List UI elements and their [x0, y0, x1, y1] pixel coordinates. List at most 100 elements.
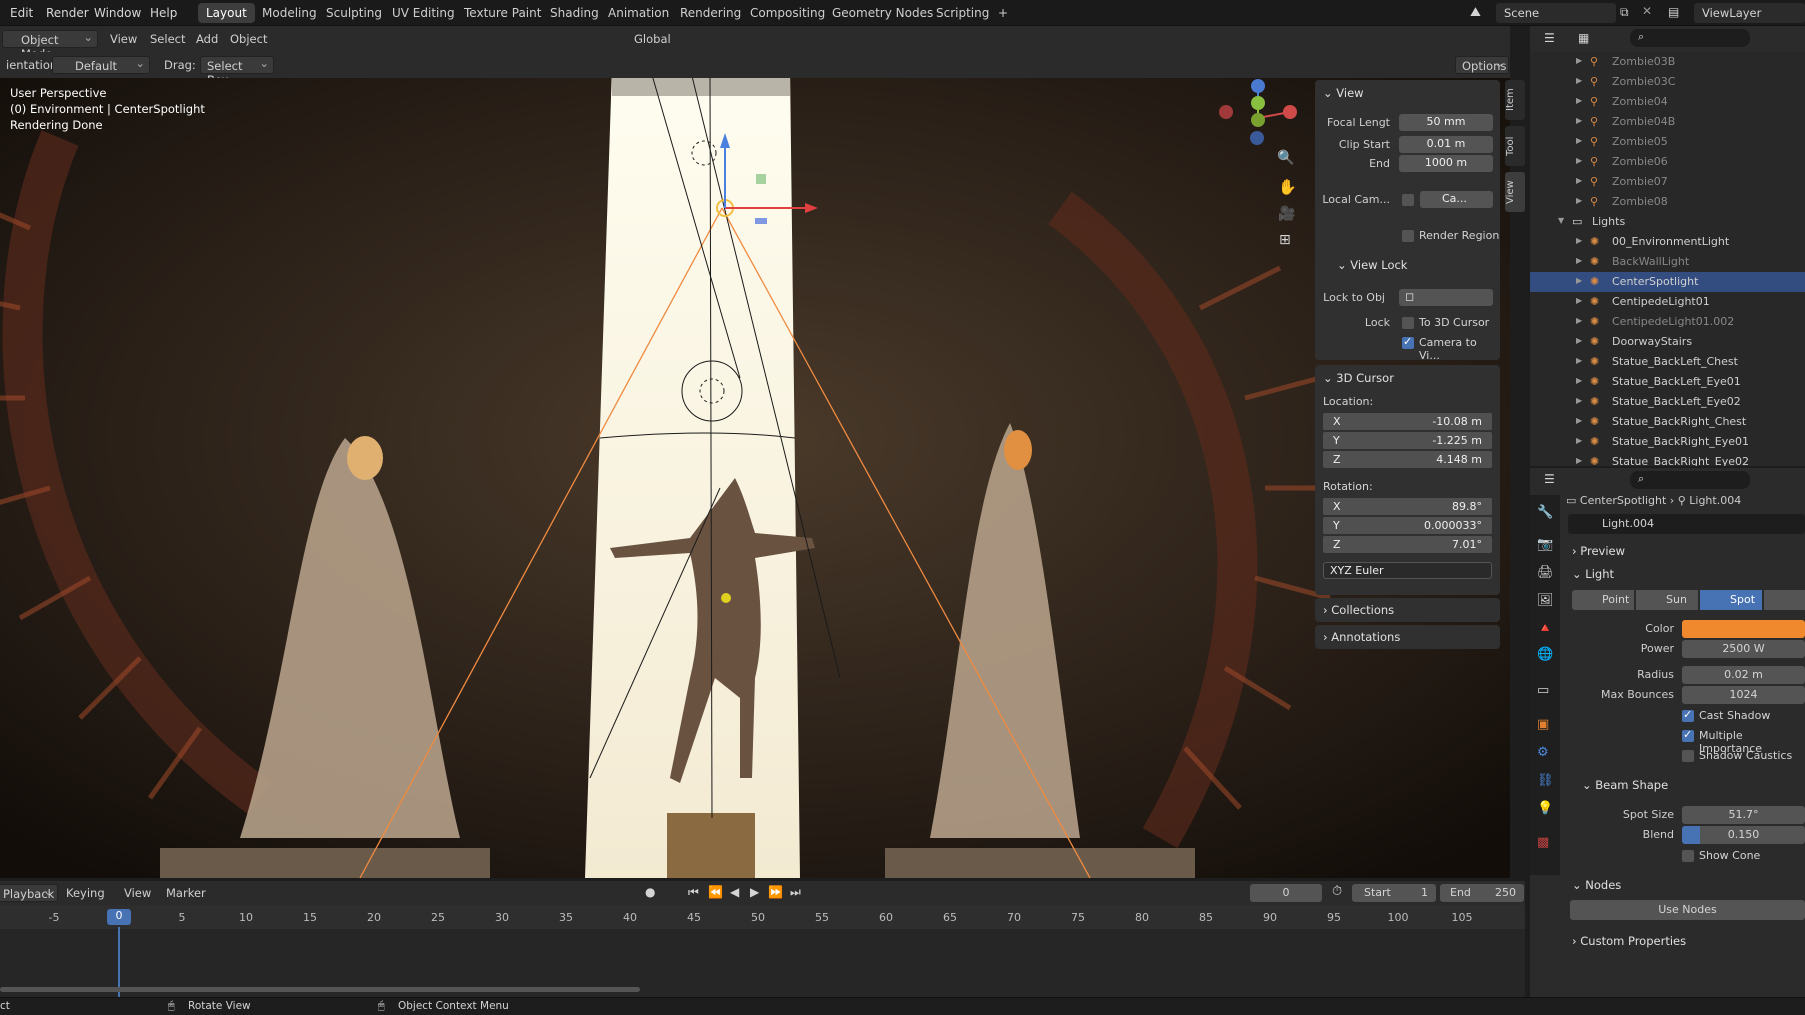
show-cone-checkbox[interactable]: [1682, 850, 1694, 862]
editor-type-icon[interactable]: ☰: [1544, 31, 1555, 45]
add-workspace-button[interactable]: +: [990, 3, 1016, 23]
clip-end-field[interactable]: 1000 m: [1399, 155, 1493, 172]
outliner-row[interactable]: ▶ ⚲ Zombie03C: [1530, 72, 1805, 92]
view-section-header[interactable]: ⌄ View: [1323, 86, 1364, 100]
modifier-tab-icon[interactable]: ⚙: [1537, 745, 1549, 760]
menu-help[interactable]: Help: [150, 6, 177, 20]
multiple-importance-checkbox[interactable]: [1682, 728, 1694, 742]
view-layer-selector[interactable]: ViewLayer: [1694, 3, 1805, 23]
constraint-tab-icon[interactable]: ⛓: [1537, 773, 1554, 788]
use-nodes-button[interactable]: Use Nodes: [1570, 900, 1805, 920]
rotation-mode-dropdown[interactable]: XYZ Euler: [1323, 562, 1492, 579]
cursor-location-z[interactable]: Z 4.148 m: [1323, 451, 1492, 468]
mode-selector[interactable]: Object Mode: [2, 30, 98, 61]
record-icon[interactable]: ●: [645, 885, 655, 899]
tab-tool[interactable]: Tool: [1505, 126, 1525, 166]
outliner-row[interactable]: ▶ ✺ CenterSpotlight: [1530, 272, 1805, 292]
properties-search-input[interactable]: ⌕: [1630, 471, 1750, 489]
clip-start-field[interactable]: 0.01 m: [1399, 136, 1493, 153]
current-frame-field[interactable]: 0: [1250, 884, 1322, 902]
3d-cursor-header[interactable]: ⌄ 3D Cursor: [1323, 371, 1394, 385]
expand-icon[interactable]: ▶: [1576, 196, 1582, 205]
playback-dropdown[interactable]: Playback: [0, 884, 58, 902]
spot-size-field[interactable]: 51.7°: [1682, 806, 1805, 824]
expand-icon[interactable]: ▶: [1576, 56, 1582, 65]
start-frame-field[interactable]: Start 1: [1352, 884, 1436, 902]
camera-to-view-checkbox[interactable]: [1402, 335, 1414, 349]
expand-icon[interactable]: ▶: [1576, 416, 1582, 425]
play-reverse-icon[interactable]: ◀: [730, 885, 739, 899]
expand-icon[interactable]: ▶: [1576, 396, 1582, 405]
outliner-row[interactable]: ▶ ⚲ Zombie06: [1530, 152, 1805, 172]
cast-shadow-checkbox[interactable]: [1682, 708, 1694, 722]
expand-icon[interactable]: ▶: [1576, 236, 1582, 245]
cursor-rotation-x[interactable]: X 89.8°: [1323, 498, 1492, 515]
light-panel-header[interactable]: ⌄ Light: [1572, 567, 1614, 581]
max-bounces-field[interactable]: 1024: [1682, 686, 1805, 704]
light-datablock-selector[interactable]: Light.004: [1568, 514, 1805, 534]
expand-icon[interactable]: ▶: [1576, 136, 1582, 145]
outliner-row[interactable]: ▶ ⚲ Zombie04: [1530, 92, 1805, 112]
outliner-row[interactable]: ▶ ✺ CentipedeLight01.002: [1530, 312, 1805, 332]
light-data-tab-icon[interactable]: 💡: [1537, 801, 1553, 816]
outliner-row[interactable]: ▶ ✺ DoorwayStairs: [1530, 332, 1805, 352]
stopwatch-icon[interactable]: ⏱: [1332, 884, 1342, 899]
expand-icon[interactable]: ▶: [1576, 356, 1582, 365]
outliner-row[interactable]: ▼ ▭ Lights: [1530, 212, 1805, 232]
texture-tab-icon[interactable]: ▩: [1537, 835, 1549, 850]
ortho-grid-icon[interactable]: ⊞: [1279, 232, 1291, 248]
expand-icon[interactable]: ▶: [1576, 256, 1582, 265]
menu-object[interactable]: Object: [224, 30, 273, 48]
scene-selector[interactable]: Scene: [1496, 3, 1616, 23]
collection-tab-icon[interactable]: ▭: [1537, 683, 1549, 698]
outliner-row[interactable]: ▶ ✺ Statue_BackLeft_Chest: [1530, 352, 1805, 372]
timeline-scrollbar[interactable]: [0, 987, 640, 992]
cursor-location-y[interactable]: Y -1.225 m: [1323, 432, 1492, 449]
radius-field[interactable]: 0.02 m: [1682, 666, 1805, 684]
outliner-row[interactable]: ▶ ✺ Statue_BackLeft_Eye02: [1530, 392, 1805, 412]
light-type-sun[interactable]: Sun: [1636, 590, 1698, 610]
timeline-marker-menu[interactable]: Marker: [160, 884, 212, 902]
nodes-panel-header[interactable]: ⌄ Nodes: [1572, 878, 1621, 892]
expand-icon[interactable]: ▶: [1576, 436, 1582, 445]
view-layer-icon[interactable]: ▤: [1668, 5, 1679, 19]
custom-properties-header[interactable]: › Custom Properties: [1572, 934, 1686, 948]
expand-icon[interactable]: ▶: [1576, 456, 1582, 465]
close-icon[interactable]: ✕: [1642, 4, 1652, 18]
blend-slider[interactable]: 0.150: [1682, 826, 1805, 844]
collections-header[interactable]: › Collections: [1323, 603, 1394, 617]
world-tab-icon[interactable]: 🌐: [1537, 647, 1553, 662]
keying-dropdown[interactable]: Keying: [60, 884, 116, 902]
jump-end-icon[interactable]: ⏭: [790, 885, 801, 900]
light-color-swatch[interactable]: [1682, 620, 1805, 638]
tab-texture-paint[interactable]: Texture Paint: [456, 3, 549, 23]
expand-icon[interactable]: ▼: [1558, 216, 1564, 225]
cursor-location-x[interactable]: X -10.08 m: [1323, 413, 1492, 430]
tab-rendering[interactable]: Rendering: [672, 3, 749, 23]
jump-start-icon[interactable]: ⏮: [688, 885, 699, 900]
power-field[interactable]: 2500 W: [1682, 640, 1805, 658]
scene-icon[interactable]: ⛰: [1470, 5, 1481, 20]
expand-icon[interactable]: ▶: [1576, 296, 1582, 305]
render-region-checkbox[interactable]: [1402, 230, 1414, 242]
tab-compositing[interactable]: Compositing: [742, 3, 833, 23]
end-frame-field[interactable]: End 250: [1440, 884, 1524, 902]
outliner-row[interactable]: ▶ ⚲ Zombie08: [1530, 192, 1805, 212]
annotations-section[interactable]: › Annotations: [1315, 625, 1500, 649]
tool-tab-icon[interactable]: 🔧: [1537, 505, 1553, 520]
outliner-row[interactable]: ▶ ⚲ Zombie05: [1530, 132, 1805, 152]
3d-viewport[interactable]: User Perspective (0) Environment | Cente…: [0, 78, 1510, 878]
tab-scripting[interactable]: Scripting: [928, 3, 997, 23]
pan-hand-icon[interactable]: ✋: [1278, 178, 1297, 196]
orientation-default-dropdown[interactable]: Default: [52, 56, 150, 74]
outliner-row[interactable]: ▶ ✺ Statue_BackRight_Chest: [1530, 412, 1805, 432]
lock-to-object-field[interactable]: ◻: [1399, 289, 1493, 306]
timeline-area[interactable]: -5 0 5 10 15 20 25 30 35 40 45 50 55 60 65 70 75 80 85 90 95…: [0, 905, 1525, 997]
tab-layout[interactable]: Layout: [198, 3, 255, 23]
frame-ruler[interactable]: -5 0 5 10 15 20 25 30 35 40 45 50 55 60 65 70 75 80 85 90 95…: [0, 905, 1525, 929]
expand-icon[interactable]: ▶: [1576, 76, 1582, 85]
expand-icon[interactable]: ▶: [1576, 376, 1582, 385]
expand-icon[interactable]: ▶: [1576, 116, 1582, 125]
expand-icon[interactable]: ▶: [1576, 96, 1582, 105]
cursor-rotation-y[interactable]: Y 0.000033°: [1323, 517, 1492, 534]
